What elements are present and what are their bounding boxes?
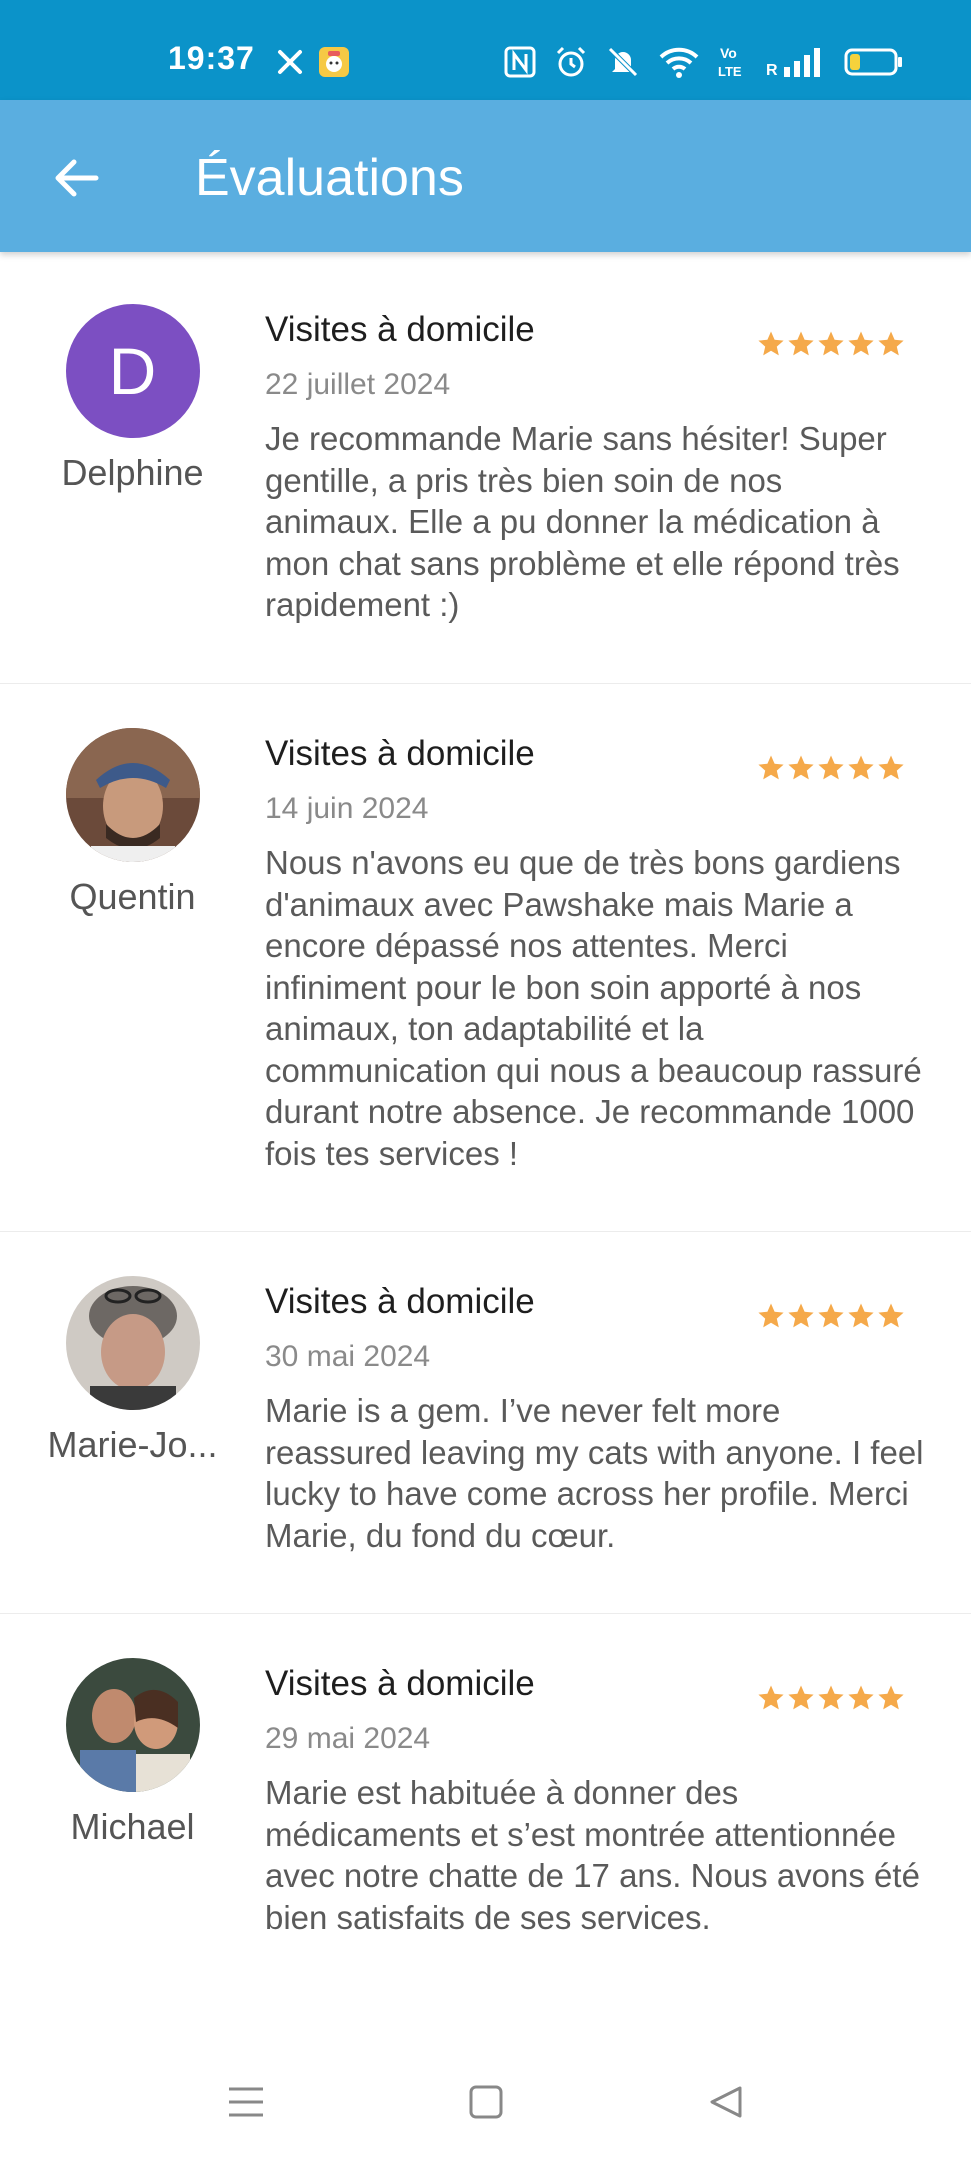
wifi-icon <box>658 44 700 80</box>
star-icon <box>818 755 844 780</box>
signal-icon: R <box>766 44 826 80</box>
menu-icon <box>229 2087 263 2117</box>
star-icon <box>758 1685 784 1710</box>
star-icon <box>848 755 874 780</box>
svg-text:Vo: Vo <box>720 45 737 61</box>
rating-stars <box>757 1302 905 1330</box>
home-button[interactable] <box>456 2072 516 2132</box>
star-icon <box>878 331 904 356</box>
star-icon <box>848 331 874 356</box>
app-bar: Évaluations <box>0 100 971 252</box>
review-date: 30 mai 2024 <box>265 1340 431 1373</box>
review-text: Marie is a gem. I’ve never felt more rea… <box>265 1392 924 1554</box>
svg-text:R: R <box>766 62 778 79</box>
review-date: 22 juillet 2024 <box>265 368 451 401</box>
reviewer[interactable]: D Delphine <box>30 304 235 494</box>
avatar[interactable] <box>65 1276 200 1410</box>
star-icon <box>758 1303 784 1328</box>
star-icon <box>788 1303 814 1328</box>
reviewer-name: Michael <box>70 1806 195 1847</box>
avatar-photo <box>65 728 200 862</box>
rating-stars <box>757 1684 905 1712</box>
review-item[interactable]: Marie-Jo... Visites à domicile 30 mai 20… <box>0 1232 971 1614</box>
star-icon <box>878 1303 904 1328</box>
alarm-icon <box>554 44 588 80</box>
star-icon <box>818 331 844 356</box>
volte-icon: Vo LTE <box>718 44 748 80</box>
review-text: Nous n'avons eu que de très bons gardien… <box>265 844 922 1172</box>
star-icon <box>878 1685 904 1710</box>
star-icon <box>818 1303 844 1328</box>
avatar-photo <box>65 1658 200 1792</box>
notification-app-icon <box>318 44 350 80</box>
rating-stars <box>757 754 905 782</box>
home-square-icon <box>469 2085 503 2119</box>
avatar[interactable] <box>65 728 200 862</box>
review-item[interactable]: Michael Visites à domicile 29 mai 2024 M… <box>0 1614 971 2034</box>
review-date: 29 mai 2024 <box>265 1722 431 1755</box>
star-icon <box>848 1303 874 1328</box>
status-time: 19:37 <box>168 40 255 76</box>
star-icon <box>758 755 784 780</box>
reviewer[interactable]: Quentin <box>30 728 235 918</box>
review-text: Marie est habituée à donner des médicame… <box>265 1774 920 1936</box>
reviewer-name: Marie-Jo... <box>47 1424 218 1465</box>
back-button[interactable] <box>40 142 112 214</box>
reviewer-name: Quentin <box>69 876 196 917</box>
avatar[interactable] <box>65 1658 200 1792</box>
status-bar: 19:37 Vo LTE R <box>0 0 971 100</box>
menu-button[interactable] <box>216 2072 276 2132</box>
review-item[interactable]: D Delphine Visites à domicile 22 juillet… <box>0 252 971 684</box>
review-item[interactable]: Quentin Visites à domicile 14 juin 2024 … <box>0 684 971 1232</box>
back-triangle-icon <box>710 2086 742 2118</box>
reviewer[interactable]: Marie-Jo... <box>30 1276 235 1466</box>
reviewer[interactable]: Michael <box>30 1658 235 1848</box>
mute-icon <box>606 44 640 80</box>
nfc-icon <box>504 44 536 80</box>
review-date: 14 juin 2024 <box>265 792 429 825</box>
review-text: Je recommande Marie sans hésiter! Super … <box>265 420 900 623</box>
reviewer-name: Delphine <box>61 452 204 493</box>
star-icon <box>788 755 814 780</box>
avatar-photo <box>65 1276 200 1410</box>
battery-icon <box>844 44 904 80</box>
reviews-list[interactable]: D Delphine Visites à domicile 22 juillet… <box>0 252 971 2034</box>
back-nav-button[interactable] <box>696 2072 756 2132</box>
arrow-left-icon <box>55 159 99 197</box>
star-icon <box>788 1685 814 1710</box>
rating-stars <box>757 330 905 358</box>
svg-text:LTE: LTE <box>718 64 742 79</box>
star-icon <box>758 331 784 356</box>
star-icon <box>848 1685 874 1710</box>
page-title: Évaluations <box>195 149 464 207</box>
avatar[interactable]: D <box>65 304 200 438</box>
star-icon <box>878 755 904 780</box>
star-icon <box>788 331 814 356</box>
system-nav-bar <box>0 2040 971 2158</box>
star-icon <box>818 1685 844 1710</box>
cross-app-icon <box>276 44 304 80</box>
